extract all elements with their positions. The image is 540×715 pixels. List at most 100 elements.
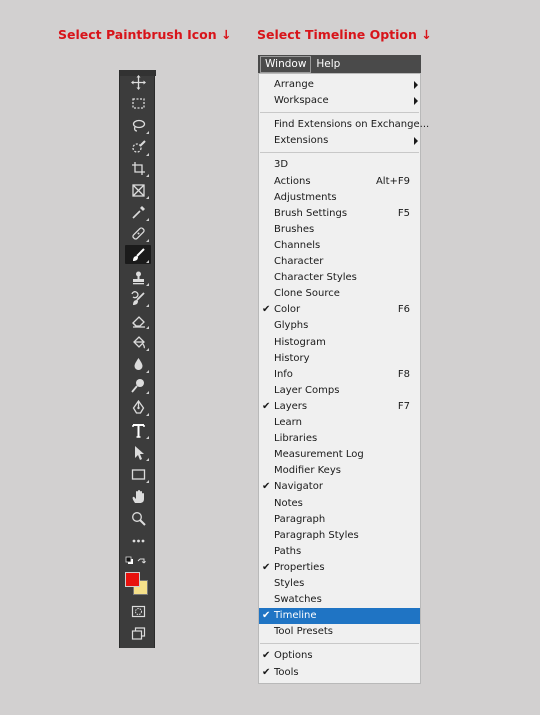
menu-item-navigator[interactable]: ✔ Navigator	[259, 479, 420, 495]
flyout-indicator	[146, 436, 149, 439]
more-dots-icon	[132, 539, 144, 543]
menu-item-label: Character Styles	[274, 272, 357, 284]
submenu-arrow-icon	[414, 137, 418, 146]
flyout-indicator	[146, 218, 149, 221]
menu-item-label: Extensions	[274, 135, 329, 147]
move-tool[interactable]	[125, 73, 151, 92]
menu-item-label: Arrange	[274, 79, 314, 90]
path-selection-tool[interactable]	[125, 443, 151, 462]
quick-mask-button[interactable]	[125, 602, 151, 621]
menu-item-adjustments[interactable]: Adjustments	[259, 190, 420, 206]
menu-item-character[interactable]: Character	[259, 254, 420, 270]
flyout-indicator	[146, 458, 149, 461]
pen-tool[interactable]	[125, 398, 151, 417]
menu-item-learn[interactable]: Learn	[259, 415, 420, 431]
menu-item-libraries[interactable]: Libraries	[259, 431, 420, 447]
eraser-tool[interactable]	[125, 311, 151, 330]
menu-item-shortcut: F7	[397, 400, 410, 412]
menu-item-shortcut: F6	[397, 304, 410, 316]
menu-item-properties[interactable]: ✔ Properties	[259, 560, 420, 576]
menu-item-tool-presets[interactable]: Tool Presets	[259, 624, 420, 640]
type-tool[interactable]	[125, 421, 151, 440]
menu-item-label: History	[274, 352, 310, 364]
paint-bucket-icon	[132, 336, 145, 349]
menu-item-brushes[interactable]: Brushes	[259, 222, 420, 238]
lasso-icon	[132, 119, 145, 132]
menu-item-arrange[interactable]: Arrange	[259, 77, 420, 93]
zoom-tool[interactable]	[125, 509, 151, 528]
menu-item-label: Paragraph Styles	[274, 529, 359, 541]
blur-tool[interactable]	[125, 355, 151, 374]
menu-item-layers[interactable]: ✔ Layers F7	[259, 399, 420, 415]
menu-item-paragraph[interactable]: Paragraph	[259, 512, 420, 528]
frame-tool[interactable]	[125, 181, 151, 200]
menubar-help[interactable]: Help	[311, 56, 345, 73]
flyout-indicator	[146, 480, 149, 483]
history-brush-tool[interactable]	[125, 289, 151, 308]
menu-item-label: Glyphs	[274, 320, 309, 332]
menubar-window[interactable]: Window	[260, 55, 312, 73]
menu-item-swatches[interactable]: Swatches	[259, 592, 420, 608]
menu-item-extensions[interactable]: Extensions	[259, 133, 420, 149]
window-menu: Arrange Workspace Find Extensions on Excha…	[258, 73, 429, 684]
menu-item-history[interactable]: History	[259, 351, 420, 367]
pen-icon	[132, 400, 144, 414]
menu-item-glyphs[interactable]: Glyphs	[259, 318, 420, 334]
menu-item-timeline[interactable]: ✔ Timeline	[259, 608, 420, 625]
menu-item-paths[interactable]: Paths	[259, 544, 420, 560]
lasso-tool[interactable]	[125, 116, 151, 135]
paint-bucket-tool[interactable]	[125, 333, 151, 352]
screen-mode-button[interactable]	[125, 624, 151, 643]
type-icon	[131, 424, 145, 438]
checkmark-icon: ✔	[262, 561, 271, 573]
default-colors-icon	[125, 556, 133, 564]
stamp-icon	[132, 271, 144, 285]
menu-item-layer-comps[interactable]: Layer Comps	[259, 383, 420, 399]
menu-item-clone-source[interactable]: Clone Source	[259, 286, 420, 302]
flyout-indicator	[146, 260, 149, 263]
menu-item-styles[interactable]: Styles	[259, 576, 420, 592]
menu-item-tools[interactable]: ✔ Tools	[259, 665, 420, 681]
menu-item-label: Tool Presets	[274, 626, 333, 638]
menu-item-measurement-log[interactable]: Measurement Log	[259, 447, 420, 463]
quick-selection-icon	[131, 140, 146, 153]
foreground-color-swatch[interactable]	[125, 572, 140, 587]
rectangular-marquee-icon	[131, 98, 145, 109]
flyout-indicator	[146, 131, 149, 134]
menu-item-notes[interactable]: Notes	[259, 496, 420, 512]
menu-item-brush-settings[interactable]: Brush Settings F5	[259, 206, 420, 222]
menu-item-paragraph-styles[interactable]: Paragraph Styles	[259, 528, 420, 544]
quick-selection-tool[interactable]	[125, 138, 151, 157]
clone-stamp-tool[interactable]	[125, 268, 151, 287]
menu-item-label: Channels	[274, 239, 321, 251]
menu-item-workspace[interactable]: Workspace	[259, 93, 420, 109]
menu-item-label: Tools	[274, 666, 299, 678]
menu-item-histogram[interactable]: Histogram	[259, 335, 420, 351]
rectangle-tool[interactable]	[125, 465, 151, 484]
menu-item-info[interactable]: Info F8	[259, 367, 420, 383]
brush-tool[interactable]	[125, 245, 151, 264]
menu-item-label: Workspace	[274, 95, 329, 107]
crop-tool[interactable]	[125, 159, 151, 178]
edit-toolbar[interactable]	[125, 531, 151, 550]
menu-item-label: Adjustments	[274, 191, 337, 203]
menu-item-channels[interactable]: Channels	[259, 238, 420, 254]
flyout-indicator	[146, 370, 149, 373]
menu-item-label: Paragraph	[274, 513, 326, 525]
eyedropper-tool[interactable]	[125, 203, 151, 222]
menu-item-character-styles[interactable]: Character Styles	[259, 270, 420, 286]
dodge-tool[interactable]	[125, 376, 151, 395]
menu-item-color[interactable]: ✔ Color F6	[259, 302, 420, 318]
checkmark-icon: ✔	[262, 666, 271, 678]
menu-item-label: Actions	[274, 175, 311, 187]
marquee-tool[interactable]	[125, 94, 151, 113]
hand-tool[interactable]	[125, 487, 151, 506]
crop-icon	[131, 162, 145, 175]
menu-item-3d[interactable]: 3D	[259, 157, 420, 173]
healing-brush-tool[interactable]	[125, 224, 151, 243]
menu-item-actions[interactable]: Actions Alt+F9	[259, 174, 420, 190]
menu-item-label: Color	[274, 304, 301, 316]
menu-item-find-extensions-on-exchange[interactable]: Find Extensions on Exchange...	[259, 117, 429, 133]
menu-item-options[interactable]: ✔ Options	[259, 648, 420, 664]
menu-item-modifier-keys[interactable]: Modifier Keys	[259, 463, 420, 479]
